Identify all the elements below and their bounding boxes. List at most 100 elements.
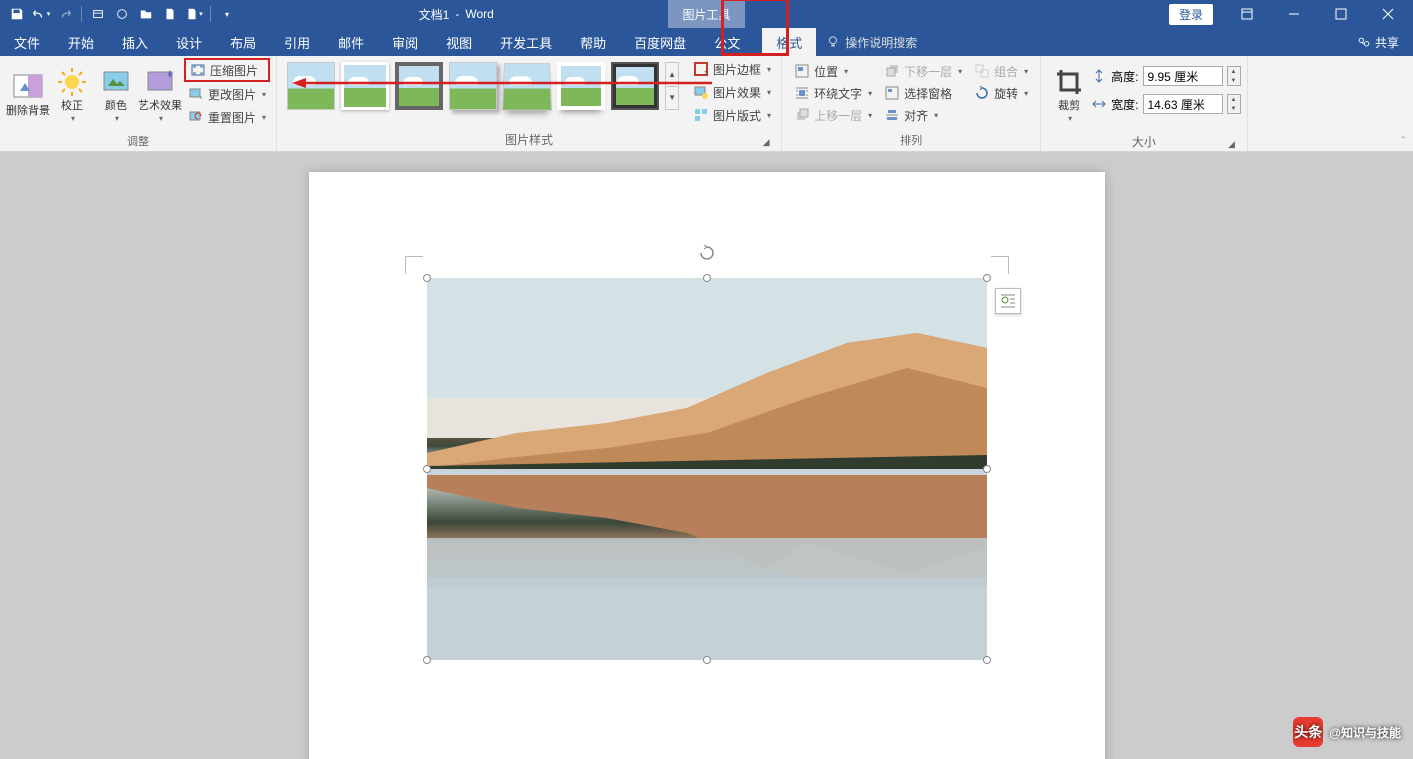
tab-file[interactable]: 文件 [0, 28, 54, 56]
title-right: 登录 [1169, 0, 1413, 28]
rotate-icon [974, 85, 990, 101]
rotate-button[interactable]: 旋转 [970, 82, 1032, 104]
selection-pane-button[interactable]: 选择窗格 [880, 82, 966, 104]
login-button[interactable]: 登录 [1169, 4, 1213, 25]
layout-options-button[interactable] [995, 288, 1021, 314]
align-button[interactable]: 对齐 [880, 104, 966, 126]
tab-view[interactable]: 视图 [432, 28, 486, 56]
page[interactable] [309, 172, 1105, 759]
document-area [0, 152, 1413, 759]
artistic-effects-button[interactable]: 艺术效果 [138, 58, 182, 130]
redo-button[interactable] [54, 3, 76, 25]
picture-border-button[interactable]: 图片边框 [689, 58, 775, 80]
close-button[interactable] [1365, 0, 1411, 28]
group-picture-styles: ▲▼ 图片边框 图片效果 图片版式 图片样式◢ [277, 56, 782, 151]
tab-design[interactable]: 设计 [162, 28, 216, 56]
lightbulb-icon [826, 35, 840, 49]
group-label-arrange: 排列 [788, 129, 1034, 151]
style-item-2[interactable] [341, 62, 389, 110]
style-item-7[interactable] [611, 62, 659, 110]
height-input-row: 高度: ▲▼ [1091, 66, 1240, 86]
tab-help[interactable]: 帮助 [566, 28, 620, 56]
app-name: Word [465, 7, 493, 21]
color-button[interactable]: 颜色 [94, 58, 138, 130]
qat-btn-3[interactable]: ▾ [183, 3, 205, 25]
compress-pictures-button[interactable]: 压缩图片 [184, 58, 270, 82]
group-size: 裁剪 高度: ▲▼ 宽度: ▲▼ 大小◢ [1041, 56, 1247, 151]
picture-effects-button[interactable]: 图片效果 [689, 81, 775, 103]
selected-picture[interactable] [427, 278, 987, 660]
rotate-handle[interactable] [698, 244, 716, 262]
backward-icon [884, 63, 900, 79]
watermark-text: @知识与技能 [1329, 724, 1401, 741]
tab-baidu[interactable]: 百度网盘 [620, 28, 700, 56]
tab-insert[interactable]: 插入 [108, 28, 162, 56]
picture-layout-button[interactable]: 图片版式 [689, 104, 775, 126]
forward-icon [794, 107, 810, 123]
tab-mailings[interactable]: 邮件 [324, 28, 378, 56]
watermark: 头条 @知识与技能 [1293, 717, 1401, 747]
height-icon [1091, 68, 1107, 84]
tab-layout[interactable]: 布局 [216, 28, 270, 56]
handle-tr[interactable] [983, 274, 991, 282]
compress-icon [190, 62, 206, 78]
handle-bm[interactable] [703, 656, 711, 664]
handle-tm[interactable] [703, 274, 711, 282]
ribbon-tabs: 文件 开始 插入 设计 布局 引用 邮件 审阅 视图 开发工具 帮助 百度网盘 … [0, 28, 1413, 56]
tab-review[interactable]: 审阅 [378, 28, 432, 56]
handle-tl[interactable] [423, 274, 431, 282]
position-button[interactable]: 位置 [790, 60, 876, 82]
gallery-expand[interactable]: ▲▼ [665, 62, 679, 110]
width-spinner[interactable]: ▲▼ [1227, 94, 1241, 114]
remove-background-button[interactable]: 删除背景 [6, 58, 50, 130]
qat-customize[interactable]: ▾ [216, 3, 238, 25]
reset-icon [188, 109, 204, 125]
new-button[interactable] [159, 3, 181, 25]
width-input-row: 宽度: ▲▼ [1091, 94, 1240, 114]
style-item-5[interactable] [502, 63, 552, 111]
tab-references[interactable]: 引用 [270, 28, 324, 56]
size-launcher[interactable]: ◢ [1226, 138, 1238, 150]
reset-picture-button[interactable]: 重置图片 [184, 106, 270, 128]
style-item-3[interactable] [395, 62, 443, 110]
style-item-6[interactable] [557, 62, 605, 110]
styles-launcher[interactable]: ◢ [760, 136, 772, 148]
ribbon-display-button[interactable] [1224, 0, 1270, 28]
style-item-4[interactable] [449, 62, 497, 110]
handle-mr[interactable] [983, 465, 991, 473]
tell-me-search[interactable]: 操作说明搜索 [816, 34, 927, 51]
picture-style-gallery[interactable]: ▲▼ [283, 58, 683, 114]
change-picture-button[interactable]: 更改图片 [184, 83, 270, 105]
effects-icon [693, 84, 709, 100]
height-input[interactable] [1143, 66, 1223, 86]
layout-options-icon [999, 292, 1017, 310]
open-button[interactable] [135, 3, 157, 25]
tab-developer[interactable]: 开发工具 [486, 28, 566, 56]
share-button[interactable]: 共享 [1343, 34, 1413, 51]
wrap-text-button[interactable]: 环绕文字 [790, 82, 876, 104]
change-pic-icon [188, 86, 204, 102]
bring-forward-button: 上移一层 [790, 104, 876, 126]
collapse-ribbon[interactable]: ˆ [1402, 136, 1405, 147]
maximize-button[interactable] [1318, 0, 1364, 28]
corrections-button[interactable]: 校正 [50, 58, 94, 130]
height-spinner[interactable]: ▲▼ [1227, 66, 1241, 86]
save-button[interactable] [6, 3, 28, 25]
width-input[interactable] [1143, 94, 1223, 114]
minimize-button[interactable] [1271, 0, 1317, 28]
tab-home[interactable]: 开始 [54, 28, 108, 56]
handle-br[interactable] [983, 656, 991, 664]
qat-btn-2[interactable] [111, 3, 133, 25]
handle-ml[interactable] [423, 465, 431, 473]
undo-button[interactable]: ▾ [30, 3, 52, 25]
style-item-1[interactable] [287, 62, 335, 110]
crop-button[interactable]: 裁剪 [1047, 58, 1091, 130]
group-label-styles: 图片样式◢ [283, 128, 775, 151]
position-icon [794, 63, 810, 79]
crop-icon [1053, 66, 1085, 98]
qat-btn-1[interactable] [87, 3, 109, 25]
picture-content [427, 278, 987, 660]
handle-bl[interactable] [423, 656, 431, 664]
brightness-icon [56, 66, 88, 98]
watermark-logo: 头条 [1293, 717, 1323, 747]
